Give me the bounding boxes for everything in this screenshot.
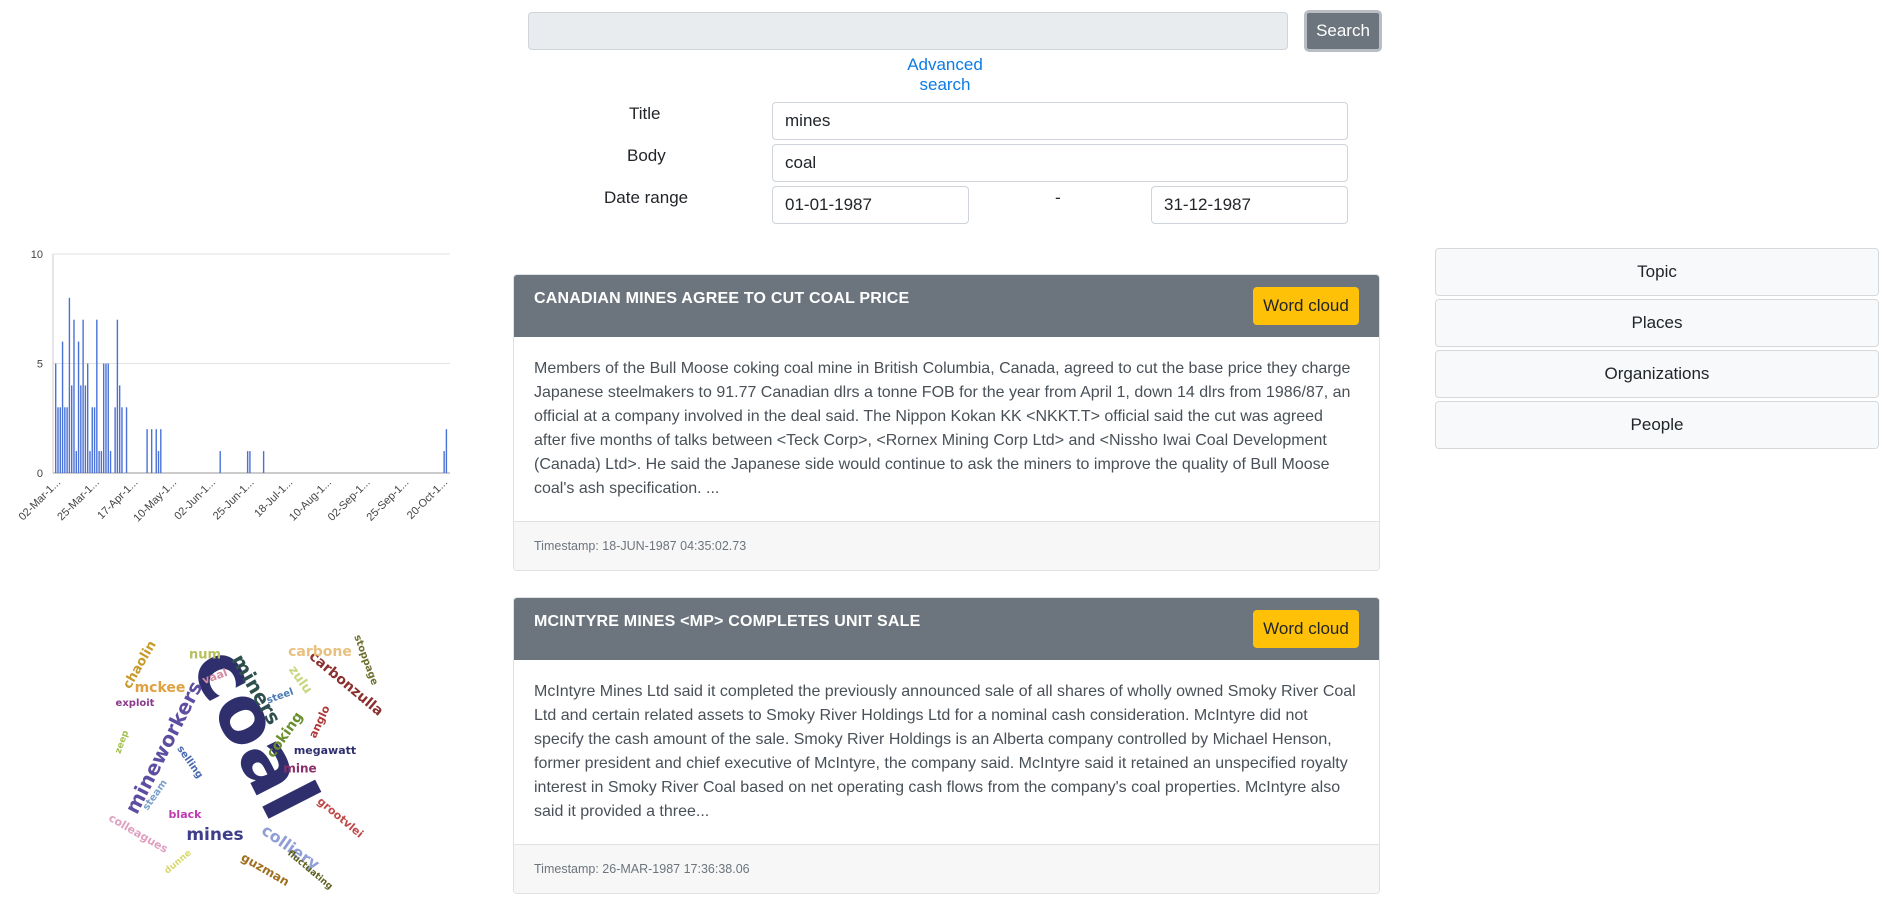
date-to-field[interactable]: 31-12-1987 xyxy=(1151,186,1348,224)
chart-bar xyxy=(219,451,221,473)
chart-bar xyxy=(114,407,116,473)
chart-xtick-label: 25-Sep-1... xyxy=(364,477,411,524)
chart-bar xyxy=(246,451,249,473)
chart-bar xyxy=(249,451,251,473)
word-cloud-word: stoppage xyxy=(351,634,379,687)
chart-bar xyxy=(443,451,445,473)
facet-places[interactable]: Places xyxy=(1435,299,1879,347)
word-cloud-word: carbone xyxy=(288,644,352,660)
title-label: Title xyxy=(629,104,661,123)
word-cloud-button[interactable]: Word cloud xyxy=(1253,287,1359,325)
word-cloud-word: selling xyxy=(174,744,204,781)
body-field[interactable]: coal xyxy=(772,144,1348,182)
word-cloud-word: mckee xyxy=(135,680,186,696)
word-cloud-word: anglo xyxy=(306,703,333,740)
chart-bar xyxy=(157,451,160,473)
word-cloud-image: coalmineworkers minersminescarbonzullacok… xyxy=(106,633,386,890)
result-body: Members of the Bull Moose coking coal mi… xyxy=(534,360,1351,497)
word-cloud-word: black xyxy=(169,808,203,821)
chart-bar xyxy=(107,363,109,473)
chart-ytick-label: 0 xyxy=(37,468,43,480)
date-range-separator: - xyxy=(1055,188,1061,207)
chart-bar xyxy=(73,319,75,473)
advanced-search-link[interactable]: Advanced search xyxy=(885,55,1005,95)
chart-xtick-label: 02-Jun-1... xyxy=(172,477,218,523)
chart-bar xyxy=(55,363,57,473)
chart-ytick-label: 5 xyxy=(37,359,43,371)
word-cloud-word: zeep xyxy=(114,729,132,755)
date-from-field[interactable]: 01-01-1987 xyxy=(772,186,969,224)
search-input[interactable] xyxy=(528,12,1288,50)
chart-bar xyxy=(109,451,112,473)
chart-bar xyxy=(102,363,105,473)
chart-bar xyxy=(80,385,82,473)
result-card-header: CANADIAN MINES AGREE TO CUT COAL PRICE W… xyxy=(514,275,1379,337)
chart-bar xyxy=(89,451,91,473)
chart-bar xyxy=(86,363,89,473)
chart-bar xyxy=(155,429,157,473)
result-timestamp: Timestamp: 26-MAR-1987 17:36:38.06 xyxy=(514,844,1379,893)
chart-bar xyxy=(100,451,103,473)
result-timestamp: Timestamp: 18-JUN-1987 04:35:02.73 xyxy=(514,521,1379,570)
facet-people[interactable]: People xyxy=(1435,401,1879,449)
chart-xtick-label: 25-Mar-1... xyxy=(55,477,102,524)
chart-bar xyxy=(96,319,98,473)
word-cloud-word: guzman xyxy=(239,850,292,889)
result-card: CANADIAN MINES AGREE TO CUT COAL PRICE W… xyxy=(513,274,1380,571)
chart-bar xyxy=(445,429,448,473)
chart-bar xyxy=(116,319,119,473)
chart-bar xyxy=(146,429,148,473)
body-label: Body xyxy=(627,146,666,165)
chart-bar xyxy=(84,385,87,473)
chart-bar xyxy=(61,341,64,473)
word-cloud-word: mines xyxy=(186,825,243,845)
result-card-header: MCINTYRE MINES <MP> COMPLETES UNIT SALE … xyxy=(514,598,1379,660)
chart-bar xyxy=(57,407,59,473)
chart-bar xyxy=(150,429,153,473)
chart-bar xyxy=(118,385,121,473)
chart-bar xyxy=(75,451,77,473)
word-cloud-word: dunne xyxy=(163,848,194,876)
result-body: McIntyre Mines Ltd said it completed the… xyxy=(534,683,1356,820)
chart-bar xyxy=(77,341,80,473)
chart-bar xyxy=(66,407,68,473)
word-cloud-word: exploit xyxy=(116,698,155,709)
word-cloud-word: colleagues xyxy=(106,811,170,856)
result-title[interactable]: MCINTYRE MINES <MP> COMPLETES UNIT SALE xyxy=(534,613,921,631)
chart-bar xyxy=(98,451,100,473)
chart-xtick-label: 25-Jun-1... xyxy=(211,477,257,523)
date-range-label: Date range xyxy=(604,188,689,207)
chart-bar xyxy=(93,407,96,473)
chart-bar xyxy=(59,407,61,473)
chart-bar xyxy=(64,407,66,473)
chart-bar xyxy=(160,429,162,473)
facet-topic[interactable]: Topic xyxy=(1435,248,1879,296)
chart-bar xyxy=(125,407,128,473)
chart-bar xyxy=(262,451,265,473)
chart-bar xyxy=(121,407,123,473)
chart-bar xyxy=(82,319,84,473)
word-cloud-word: num xyxy=(189,648,221,663)
chart-bar xyxy=(105,363,107,473)
chart-bar xyxy=(91,407,93,473)
result-title[interactable]: CANADIAN MINES AGREE TO CUT COAL PRICE xyxy=(534,290,909,308)
result-card: MCINTYRE MINES <MP> COMPLETES UNIT SALE … xyxy=(513,597,1380,894)
word-cloud-button[interactable]: Word cloud xyxy=(1253,610,1359,648)
facet-organizations[interactable]: Organizations xyxy=(1435,350,1879,398)
date-histogram-chart: 051002-Mar-1...25-Mar-1...17-Apr-1...10-… xyxy=(17,249,451,524)
search-button[interactable]: Search xyxy=(1304,10,1382,52)
word-cloud-word: mine xyxy=(283,762,316,776)
chart-bar xyxy=(70,385,73,473)
title-field[interactable]: mines xyxy=(772,102,1348,140)
chart-ytick-label: 10 xyxy=(31,249,43,261)
chart-xtick-label: 20-Oct-1... xyxy=(405,477,450,522)
word-cloud-word: grootvlei xyxy=(315,795,366,841)
chart-bar xyxy=(68,297,71,473)
word-cloud-word: megawatt xyxy=(294,744,356,757)
